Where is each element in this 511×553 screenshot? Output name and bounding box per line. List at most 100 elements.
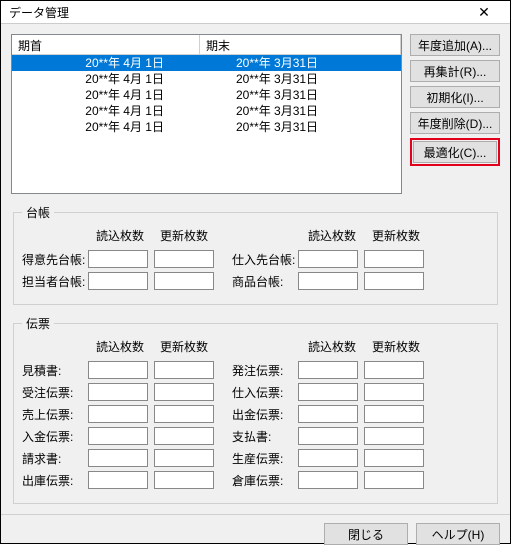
row-start: 20**年 4月 1日 (12, 119, 200, 135)
row-label-right: 生産伝票: (232, 450, 298, 467)
read-field[interactable] (298, 427, 358, 445)
update-field[interactable] (154, 250, 214, 268)
data-row: 担当者台帳: 商品台帳: (22, 272, 489, 290)
header-start[interactable]: 期首 (12, 35, 200, 54)
row-end: 20**年 3月31日 (200, 55, 401, 71)
read-field[interactable] (298, 361, 358, 379)
ledger-col-read-right: 読込枚数 (300, 227, 364, 244)
update-field[interactable] (364, 250, 424, 268)
update-field[interactable] (364, 427, 424, 445)
delete-year-button[interactable]: 年度削除(D)... (410, 112, 500, 134)
row-label-left: 担当者台帳: (22, 273, 88, 290)
reaggregate-button[interactable]: 再集計(R)... (410, 60, 500, 82)
read-field[interactable] (88, 272, 148, 290)
row-label-left: 得意先台帳: (22, 251, 88, 268)
ledger-col-read-left: 読込枚数 (88, 227, 152, 244)
row-end: 20**年 3月31日 (200, 71, 401, 87)
row-label-right: 倉庫伝票: (232, 472, 298, 489)
row-label-left: 売上伝票: (22, 406, 88, 423)
row-label-right: 支払書: (232, 428, 298, 445)
close-icon[interactable]: ✕ (466, 1, 502, 23)
update-field[interactable] (154, 272, 214, 290)
optimize-button[interactable]: 最適化(C)... (413, 141, 497, 163)
row-start: 20**年 4月 1日 (12, 87, 200, 103)
row-end: 20**年 3月31日 (200, 87, 401, 103)
row-label-left: 見積書: (22, 362, 88, 379)
update-field[interactable] (364, 272, 424, 290)
list-row[interactable]: 20**年 4月 1日20**年 3月31日 (12, 119, 401, 135)
read-field[interactable] (88, 250, 148, 268)
init-button[interactable]: 初期化(I)... (410, 86, 500, 108)
optimize-highlight: 最適化(C)... (410, 138, 500, 166)
read-field[interactable] (298, 383, 358, 401)
row-label-right: 仕入伝票: (232, 384, 298, 401)
row-label-right: 出金伝票: (232, 406, 298, 423)
row-end: 20**年 3月31日 (200, 103, 401, 119)
dialog-window: データ管理 ✕ 期首 期末 20**年 4月 1日20**年 3月31日20**… (0, 0, 511, 544)
update-field[interactable] (154, 405, 214, 423)
row-label-left: 受注伝票: (22, 384, 88, 401)
read-field[interactable] (298, 449, 358, 467)
data-row: 出庫伝票: 倉庫伝票: (22, 471, 489, 489)
footer: 閉じる ヘルプ(H) (1, 514, 510, 553)
read-field[interactable] (88, 405, 148, 423)
read-field[interactable] (88, 449, 148, 467)
period-list[interactable]: 期首 期末 20**年 4月 1日20**年 3月31日20**年 4月 1日2… (11, 34, 402, 194)
add-year-button[interactable]: 年度追加(A)... (410, 34, 500, 56)
update-field[interactable] (154, 449, 214, 467)
data-row: 受注伝票: 仕入伝票: (22, 383, 489, 401)
read-field[interactable] (298, 272, 358, 290)
ledger-group: 台帳 読込枚数 更新枚数 読込枚数 更新枚数 得意先台帳:仕入先台帳: 担当者台帳… (13, 204, 498, 305)
data-row: 得意先台帳:仕入先台帳: (22, 250, 489, 268)
update-field[interactable] (154, 471, 214, 489)
update-field[interactable] (364, 361, 424, 379)
voucher-col-read-right: 読込枚数 (300, 338, 364, 355)
help-button[interactable]: ヘルプ(H) (416, 523, 500, 545)
voucher-legend: 伝票 (22, 315, 54, 332)
update-field[interactable] (364, 405, 424, 423)
update-field[interactable] (154, 361, 214, 379)
read-field[interactable] (298, 250, 358, 268)
read-field[interactable] (88, 383, 148, 401)
titlebar: データ管理 ✕ (1, 1, 510, 24)
row-end: 20**年 3月31日 (200, 119, 401, 135)
update-field[interactable] (364, 471, 424, 489)
ledger-legend: 台帳 (22, 204, 54, 221)
read-field[interactable] (298, 471, 358, 489)
list-row[interactable]: 20**年 4月 1日20**年 3月31日 (12, 71, 401, 87)
read-field[interactable] (88, 361, 148, 379)
window-title: データ管理 (9, 4, 466, 21)
read-field[interactable] (298, 405, 358, 423)
voucher-group: 伝票 読込枚数 更新枚数 読込枚数 更新枚数 見積書: 発注伝票: 受注伝票: 仕入伝… (13, 315, 498, 504)
list-row[interactable]: 20**年 4月 1日20**年 3月31日 (12, 87, 401, 103)
row-label-left: 出庫伝票: (22, 472, 88, 489)
list-row[interactable]: 20**年 4月 1日20**年 3月31日 (12, 55, 401, 71)
row-start: 20**年 4月 1日 (12, 71, 200, 87)
close-button[interactable]: 閉じる (324, 523, 408, 545)
row-label-left: 請求書: (22, 450, 88, 467)
list-row[interactable]: 20**年 4月 1日20**年 3月31日 (12, 103, 401, 119)
update-field[interactable] (154, 383, 214, 401)
row-label-right: 発注伝票: (232, 362, 298, 379)
ledger-col-update-right: 更新枚数 (364, 227, 428, 244)
row-start: 20**年 4月 1日 (12, 103, 200, 119)
voucher-col-read-left: 読込枚数 (88, 338, 152, 355)
update-field[interactable] (364, 449, 424, 467)
row-label-right: 商品台帳: (232, 273, 298, 290)
list-header: 期首 期末 (12, 35, 401, 55)
data-row: 見積書: 発注伝票: (22, 361, 489, 379)
dialog-body: 期首 期末 20**年 4月 1日20**年 3月31日20**年 4月 1日2… (1, 24, 510, 514)
ledger-col-update-left: 更新枚数 (152, 227, 216, 244)
voucher-col-update-left: 更新枚数 (152, 338, 216, 355)
side-buttons: 年度追加(A)... 再集計(R)... 初期化(I)... 年度削除(D)..… (410, 34, 500, 194)
read-field[interactable] (88, 427, 148, 445)
read-field[interactable] (88, 471, 148, 489)
row-start: 20**年 4月 1日 (12, 55, 200, 71)
data-row: 請求書: 生産伝票: (22, 449, 489, 467)
voucher-col-update-right: 更新枚数 (364, 338, 428, 355)
data-row: 入金伝票:支払書: (22, 427, 489, 445)
update-field[interactable] (154, 427, 214, 445)
header-end[interactable]: 期末 (200, 35, 401, 54)
data-row: 売上伝票: 出金伝票: (22, 405, 489, 423)
update-field[interactable] (364, 383, 424, 401)
